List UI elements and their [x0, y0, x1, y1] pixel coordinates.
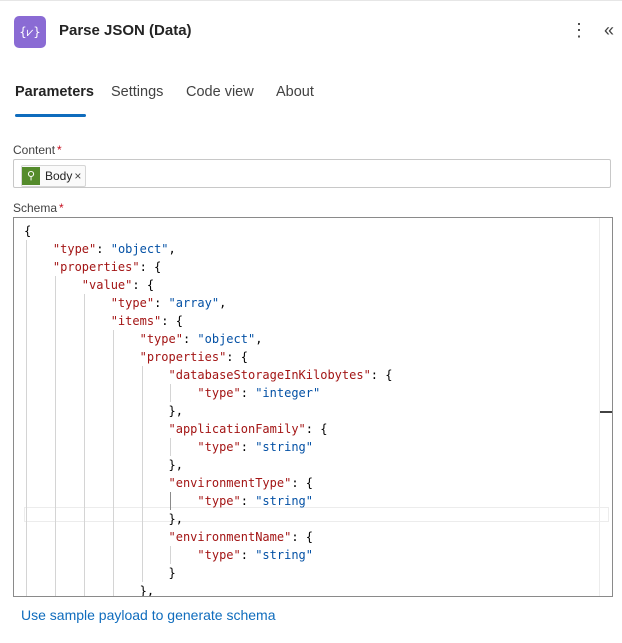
- editor-scrollbar[interactable]: [599, 218, 612, 596]
- tab-code-view[interactable]: Code view: [186, 84, 254, 100]
- code-line: "type": "string": [197, 440, 313, 454]
- code-line: "applicationFamily": {: [168, 422, 328, 436]
- token-remove-button[interactable]: ×: [74, 169, 81, 183]
- code-line: "type": "array",: [110, 296, 227, 310]
- code-line: "environmentType": {: [168, 476, 314, 490]
- code-line: },: [24, 512, 183, 526]
- code-line: "items": {: [110, 314, 183, 328]
- code-line: "properties": {: [52, 260, 162, 274]
- code-line: "type": "string": [197, 494, 313, 508]
- required-marker: *: [59, 201, 64, 215]
- top-divider: [0, 0, 622, 1]
- parse-json-action-icon: {⩗}: [14, 16, 46, 48]
- code-line: "databaseStorageInKilobytes": {: [168, 368, 393, 382]
- tab-parameters[interactable]: Parameters: [15, 84, 94, 100]
- code-line: "type": "integer": [197, 386, 321, 400]
- scrollbar-cursor-marker: [600, 411, 612, 413]
- collapse-panel-icon[interactable]: «: [600, 18, 618, 42]
- code-line: }: [24, 566, 176, 580]
- tab-settings[interactable]: Settings: [111, 84, 163, 100]
- code-line: },: [24, 584, 155, 597]
- tab-about[interactable]: About: [276, 84, 314, 100]
- code-line: "properties": {: [139, 350, 248, 364]
- active-tab-indicator: [15, 114, 86, 117]
- code-line: "environmentName": {: [168, 530, 314, 544]
- more-options-icon[interactable]: ⋮: [570, 18, 588, 42]
- content-label: Content *: [13, 143, 62, 157]
- panel-header: {⩗} Parse JSON (Data) ⋮ «: [0, 0, 622, 62]
- schema-label: Schema *: [13, 201, 64, 215]
- token-label: Body: [45, 169, 73, 183]
- code-line: "type": "object",: [139, 332, 263, 346]
- body-token[interactable]: ⚲ Body ×: [21, 165, 87, 187]
- code-line: },: [24, 458, 183, 472]
- schema-editor[interactable]: { "type": "object", "properties": { "val…: [13, 217, 613, 597]
- content-input[interactable]: ⚲ Body ×: [13, 159, 611, 188]
- code-line: },: [24, 404, 183, 418]
- panel-title: Parse JSON (Data): [59, 22, 192, 39]
- code-line: "value": {: [81, 278, 155, 292]
- code-line: "type": "string": [197, 548, 313, 562]
- code-line: {: [24, 224, 32, 238]
- lightbulb-icon: ⚲: [22, 167, 40, 185]
- required-marker: *: [57, 143, 62, 157]
- code-line: "type": "object",: [52, 242, 176, 256]
- generate-schema-link[interactable]: Use sample payload to generate schema: [21, 607, 275, 623]
